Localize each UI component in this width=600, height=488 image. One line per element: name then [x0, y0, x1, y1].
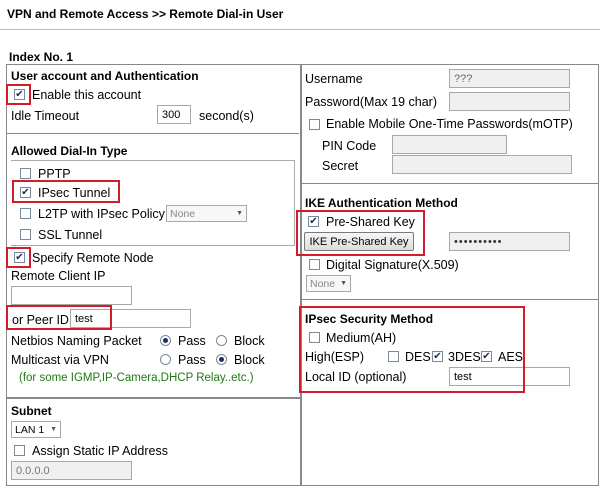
netbios-block-radio[interactable]: [216, 335, 227, 346]
chevron-down-icon: ▼: [50, 426, 57, 433]
subnet-section-title: Subnet: [11, 404, 52, 418]
username-label: Username: [305, 72, 363, 86]
pin-code-input[interactable]: [392, 135, 507, 154]
l2tp-policy-select[interactable]: None ▼: [166, 205, 247, 222]
highlight-specify-node: [6, 247, 31, 268]
highlight-pre-shared-key: [296, 210, 425, 256]
pin-code-label: PIN Code: [322, 139, 377, 153]
static-ip-input[interactable]: [11, 461, 132, 480]
password-input[interactable]: [449, 92, 570, 111]
digital-signature-label: Digital Signature(X.509): [326, 258, 459, 272]
motp-label: Enable Mobile One-Time Passwords(mOTP): [326, 117, 573, 131]
index-label: Index No. 1: [9, 50, 74, 64]
multicast-block-label: Block: [234, 353, 265, 367]
certificate-select-value: None: [310, 277, 336, 290]
remote-client-ip-label: Remote Client IP: [11, 269, 106, 283]
multicast-pass-label: Pass: [178, 353, 206, 367]
highlight-ipsec-security: [299, 306, 525, 393]
header-divider: [0, 29, 600, 30]
multicast-label: Multicast via VPN: [11, 353, 109, 367]
l2tp-policy-value: None: [170, 207, 196, 220]
secret-label: Secret: [322, 159, 359, 173]
highlight-enable-account: [6, 84, 31, 105]
l2tp-label: L2TP with IPsec Policy: [38, 207, 165, 221]
dialin-section-title: Allowed Dial-In Type: [11, 144, 128, 158]
multicast-block-radio[interactable]: [216, 354, 227, 365]
pptp-label: PPTP: [38, 167, 71, 181]
subnet-select-value: LAN 1: [15, 423, 45, 436]
password-label: Password(Max 19 char): [305, 95, 437, 109]
ike-section-title: IKE Authentication Method: [305, 196, 458, 210]
pptp-checkbox[interactable]: [20, 168, 31, 179]
assign-static-ip-label: Assign Static IP Address: [32, 444, 168, 458]
specify-remote-node-label: Specify Remote Node: [32, 251, 154, 265]
enable-account-label: Enable this account: [32, 88, 142, 102]
netbios-block-label: Block: [234, 334, 265, 348]
netbios-label: Netbios Naming Packet: [11, 334, 142, 348]
highlight-peer-id: [6, 305, 112, 330]
divider: [301, 299, 599, 300]
page-title: VPN and Remote Access >> Remote Dial-in …: [7, 7, 284, 21]
digital-signature-checkbox[interactable]: [309, 259, 320, 270]
divider: [6, 133, 299, 134]
multicast-note: (for some IGMP,IP-Camera,DHCP Relay..etc…: [19, 372, 254, 384]
ssl-tunnel-label: SSL Tunnel: [38, 228, 103, 242]
motp-checkbox[interactable]: [309, 119, 320, 130]
remote-client-ip-input[interactable]: [11, 286, 132, 305]
ssl-tunnel-checkbox[interactable]: [20, 229, 31, 240]
netbios-pass-label: Pass: [178, 334, 206, 348]
account-section-title: User account and Authentication: [11, 69, 199, 83]
subnet-select[interactable]: LAN 1 ▼: [11, 421, 61, 438]
l2tp-checkbox[interactable]: [20, 208, 31, 219]
highlight-ipsec-tunnel: [12, 180, 120, 203]
chevron-down-icon: ▼: [340, 280, 347, 287]
username-input[interactable]: [449, 69, 570, 88]
idle-timeout-label: Idle Timeout: [11, 109, 80, 123]
certificate-select[interactable]: None ▼: [306, 275, 351, 292]
psk-value-input[interactable]: [449, 232, 570, 251]
secret-input[interactable]: [392, 155, 572, 174]
chevron-down-icon: ▼: [236, 210, 243, 217]
multicast-pass-radio[interactable]: [160, 354, 171, 365]
netbios-pass-radio[interactable]: [160, 335, 171, 346]
idle-timeout-unit: second(s): [199, 109, 254, 123]
assign-static-ip-checkbox[interactable]: [14, 445, 25, 456]
idle-timeout-input[interactable]: [157, 105, 191, 124]
divider: [301, 183, 599, 184]
